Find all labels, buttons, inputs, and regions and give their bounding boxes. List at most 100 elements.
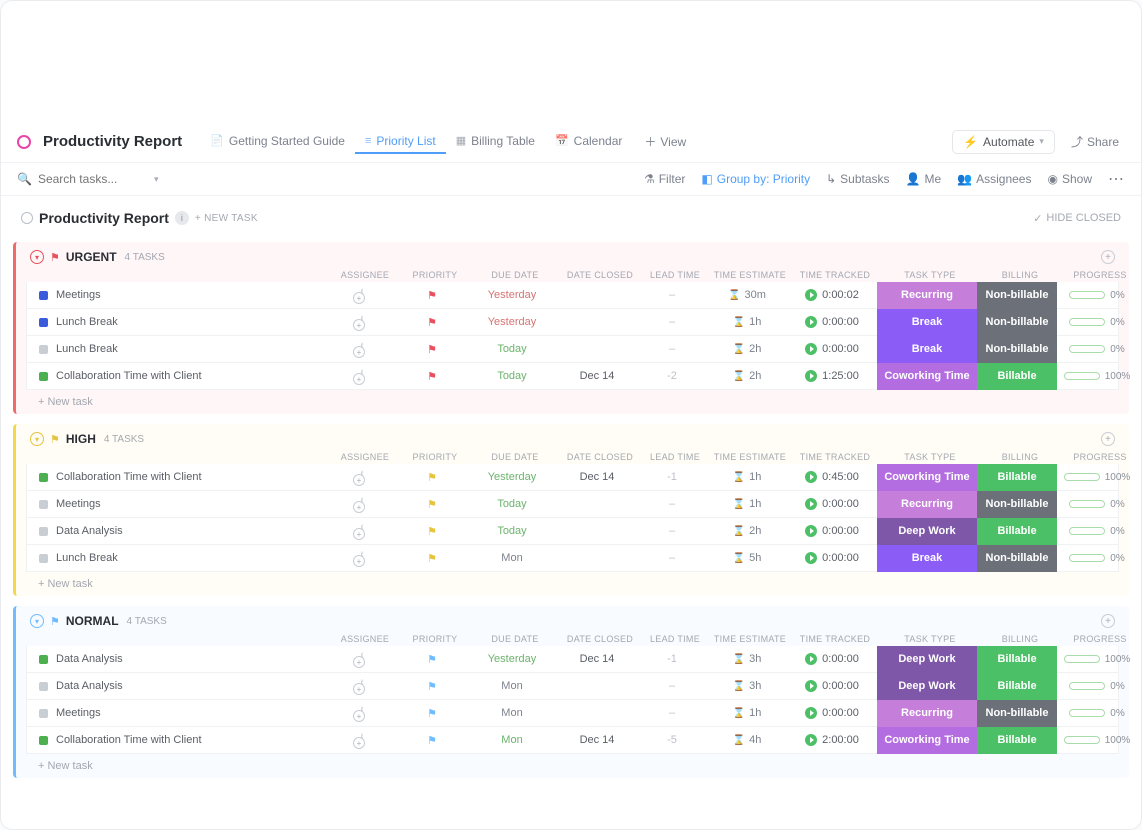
assignee-icon[interactable]	[361, 679, 363, 693]
priority-cell[interactable]: ⚑	[397, 525, 467, 538]
time-tracked-cell[interactable]: 1:25:00	[787, 370, 877, 382]
time-estimate-cell[interactable]: ⌛30m	[707, 289, 787, 301]
task-name-cell[interactable]: Collaboration Time with Client	[27, 370, 327, 382]
group-header[interactable]: ▾ ⚑ NORMAL 4 TASKS +	[16, 606, 1129, 632]
table-row[interactable]: Collaboration Time with Client ⚑ Today D…	[26, 363, 1119, 390]
new-task-row[interactable]: + New task	[16, 572, 1129, 596]
priority-cell[interactable]: ⚑	[397, 370, 467, 383]
add-column-button[interactable]: +	[1101, 432, 1115, 446]
time-estimate-cell[interactable]: ⌛3h	[707, 653, 787, 665]
priority-cell[interactable]: ⚑	[397, 289, 467, 302]
task-name-cell[interactable]: Lunch Break	[27, 343, 327, 355]
time-estimate-cell[interactable]: ⌛3h	[707, 680, 787, 692]
time-estimate-cell[interactable]: ⌛2h	[707, 525, 787, 537]
status-icon[interactable]	[39, 655, 48, 664]
task-name-cell[interactable]: Data Analysis	[27, 653, 327, 665]
search-input[interactable]	[38, 172, 148, 186]
tab-getting-started-guide[interactable]: 📄Getting Started Guide	[200, 130, 355, 154]
progress-cell[interactable]: 0%	[1057, 681, 1137, 692]
chevron-down-icon[interactable]: ▾	[154, 174, 159, 185]
billing-cell[interactable]: Billable	[977, 464, 1057, 491]
play-icon[interactable]	[805, 525, 817, 537]
billing-cell[interactable]: Non-billable	[977, 545, 1057, 572]
due-date-cell[interactable]: Mon	[467, 707, 557, 719]
priority-cell[interactable]: ⚑	[397, 316, 467, 329]
task-name-cell[interactable]: Meetings	[27, 498, 327, 510]
filter-button[interactable]: ⚗Filter	[644, 172, 685, 186]
table-row[interactable]: Lunch Break ⚑ Mon – ⌛5h 0:00:00 Break No…	[26, 545, 1119, 572]
assignee-icon[interactable]	[361, 470, 363, 484]
task-name-cell[interactable]: Collaboration Time with Client	[27, 734, 327, 746]
assignee-icon[interactable]	[361, 315, 363, 329]
table-row[interactable]: Data Analysis ⚑ Mon – ⌛3h 0:00:00 Deep W…	[26, 673, 1119, 700]
time-tracked-cell[interactable]: 0:00:00	[787, 680, 877, 692]
status-icon[interactable]	[39, 473, 48, 482]
assignee-icon[interactable]	[361, 551, 363, 565]
due-date-cell[interactable]: Mon	[467, 552, 557, 564]
play-icon[interactable]	[805, 289, 817, 301]
time-tracked-cell[interactable]: 0:00:00	[787, 525, 877, 537]
assignee-icon[interactable]	[361, 288, 363, 302]
billing-cell[interactable]: Billable	[977, 673, 1057, 700]
task-name-cell[interactable]: Data Analysis	[27, 525, 327, 537]
task-type-cell[interactable]: Break	[877, 309, 977, 336]
collapse-icon[interactable]: ▾	[30, 432, 44, 446]
assignee-icon[interactable]	[361, 524, 363, 538]
assignee-cell[interactable]	[327, 680, 397, 692]
assignee-icon[interactable]	[361, 652, 363, 666]
play-icon[interactable]	[805, 316, 817, 328]
task-name-cell[interactable]: Collaboration Time with Client	[27, 471, 327, 483]
assignee-cell[interactable]	[327, 734, 397, 746]
priority-cell[interactable]: ⚑	[397, 498, 467, 511]
task-name-cell[interactable]: Lunch Break	[27, 316, 327, 328]
priority-cell[interactable]: ⚑	[397, 471, 467, 484]
progress-cell[interactable]: 100%	[1057, 371, 1137, 382]
status-icon[interactable]	[39, 709, 48, 718]
task-type-cell[interactable]: Break	[877, 336, 977, 363]
billing-cell[interactable]: Billable	[977, 727, 1057, 754]
assignee-cell[interactable]	[327, 289, 397, 301]
assignee-cell[interactable]	[327, 552, 397, 564]
group-header[interactable]: ▾ ⚑ URGENT 4 TASKS +	[16, 242, 1129, 268]
status-icon[interactable]	[39, 291, 48, 300]
progress-cell[interactable]: 100%	[1057, 735, 1137, 746]
due-date-cell[interactable]: Mon	[467, 734, 557, 746]
status-icon[interactable]	[39, 500, 48, 509]
me-button[interactable]: 👤Me	[906, 172, 942, 186]
due-date-cell[interactable]: Today	[467, 498, 557, 510]
group-by-button[interactable]: ◧Group by: Priority	[701, 172, 810, 186]
task-type-cell[interactable]: Recurring	[877, 282, 977, 309]
task-type-cell[interactable]: Deep Work	[877, 673, 977, 700]
due-date-cell[interactable]: Today	[467, 370, 557, 382]
due-date-cell[interactable]: Today	[467, 343, 557, 355]
progress-cell[interactable]: 0%	[1057, 344, 1137, 355]
more-icon[interactable]: ⋯	[1108, 169, 1125, 189]
progress-cell[interactable]: 100%	[1057, 654, 1137, 665]
task-name-cell[interactable]: Meetings	[27, 289, 327, 301]
task-type-cell[interactable]: Deep Work	[877, 518, 977, 545]
play-icon[interactable]	[805, 343, 817, 355]
billing-cell[interactable]: Non-billable	[977, 700, 1057, 727]
share-button[interactable]: ⤴ Share	[1065, 129, 1125, 154]
info-icon[interactable]: i	[175, 211, 189, 225]
tab-priority-list[interactable]: ≡Priority List	[355, 130, 446, 154]
assignee-cell[interactable]	[327, 707, 397, 719]
progress-cell[interactable]: 0%	[1057, 553, 1137, 564]
play-icon[interactable]	[805, 471, 817, 483]
subtasks-button[interactable]: ↳Subtasks	[826, 172, 889, 186]
table-row[interactable]: Meetings ⚑ Today – ⌛1h 0:00:00 Recurring…	[26, 491, 1119, 518]
add-column-button[interactable]: +	[1101, 250, 1115, 264]
time-estimate-cell[interactable]: ⌛1h	[707, 316, 787, 328]
collapse-icon[interactable]	[21, 212, 33, 224]
time-tracked-cell[interactable]: 0:45:00	[787, 471, 877, 483]
assignee-icon[interactable]	[361, 733, 363, 747]
task-type-cell[interactable]: Recurring	[877, 491, 977, 518]
status-icon[interactable]	[39, 345, 48, 354]
play-icon[interactable]	[805, 734, 817, 746]
billing-cell[interactable]: Non-billable	[977, 491, 1057, 518]
assignee-cell[interactable]	[327, 316, 397, 328]
progress-cell[interactable]: 0%	[1057, 290, 1137, 301]
time-estimate-cell[interactable]: ⌛1h	[707, 471, 787, 483]
play-icon[interactable]	[805, 680, 817, 692]
new-task-row[interactable]: + New task	[16, 390, 1129, 414]
